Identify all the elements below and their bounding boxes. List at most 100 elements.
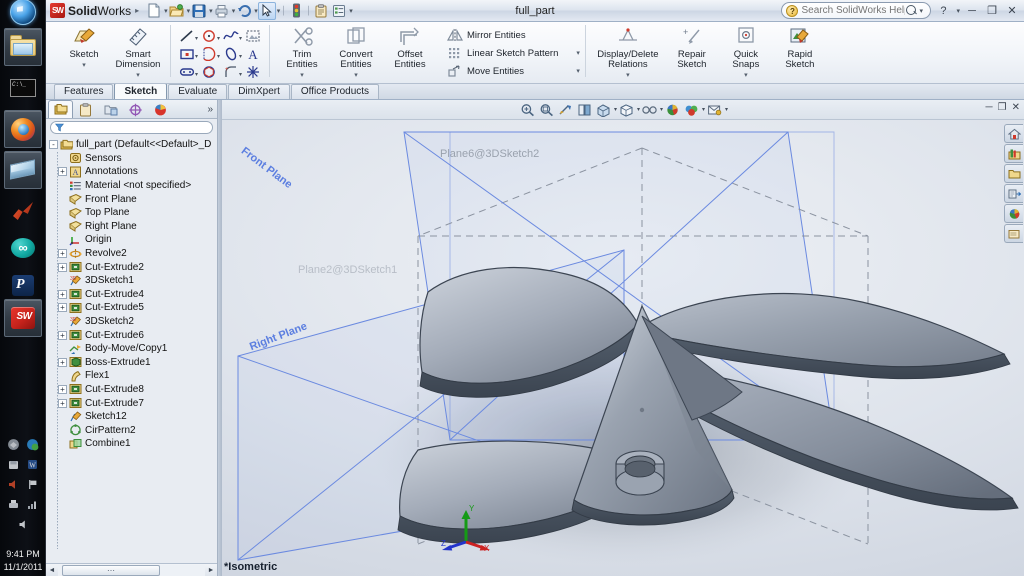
tree-node[interactable]: Top Plane	[49, 206, 217, 220]
feature-manager-tab[interactable]	[48, 100, 73, 118]
tree-node[interactable]: Front Plane	[49, 192, 217, 206]
dimxpert-manager-tab[interactable]	[123, 100, 148, 118]
section-view-button[interactable]	[576, 102, 593, 118]
search-dropdown[interactable]: ▾	[919, 7, 923, 15]
plane6-3dsketch2-label[interactable]: Plane6@3DSketch2	[440, 148, 539, 160]
plane2-3dsketch1-label[interactable]: Plane2@3DSketch1	[298, 264, 397, 276]
tab-features[interactable]: Features	[54, 84, 113, 99]
tree-node[interactable]: Origin	[49, 233, 217, 247]
expand-icon[interactable]: +	[58, 399, 67, 408]
display-style-dropdown[interactable]: ▾	[637, 106, 640, 113]
dock-item-firefox[interactable]	[4, 110, 42, 148]
hscroll-left-arrow[interactable]: ◄	[46, 565, 58, 576]
view-settings-button[interactable]	[706, 102, 723, 118]
move-entities-dropdown[interactable]: ▾	[558, 67, 580, 75]
line-button[interactable]: ▾	[176, 27, 198, 45]
quick-snaps-dropdown[interactable]: ▾	[744, 71, 748, 79]
display-delete-relations-button[interactable]: Display/DeleteRelations ▾	[591, 24, 665, 79]
search-icon[interactable]	[905, 4, 918, 17]
arc-button[interactable]: ▾	[198, 45, 220, 63]
tab-dimxpert[interactable]: DimXpert	[228, 84, 290, 99]
help-button[interactable]: ?	[935, 3, 951, 19]
tree-node[interactable]: +Cut-Extrude5	[49, 301, 217, 315]
options-dropdown[interactable]: ▾	[349, 7, 353, 15]
dock-item-stickynotes[interactable]	[4, 151, 42, 189]
hscroll-right-arrow[interactable]: ►	[205, 565, 217, 576]
save-document-button[interactable]	[190, 2, 208, 20]
close-button[interactable]: ✕	[1004, 3, 1020, 19]
dock-item-explorer[interactable]	[4, 28, 42, 66]
slot-button[interactable]: ▾	[176, 63, 198, 81]
hscroll-track[interactable]: ⋯	[58, 565, 205, 576]
convert-entities-dropdown[interactable]: ▾	[354, 71, 358, 79]
rectangle-button[interactable]: ▾	[176, 45, 198, 63]
convert-entities-button[interactable]: ConvertEntities ▾	[329, 24, 383, 79]
view-settings-dropdown[interactable]: ▾	[725, 106, 728, 113]
model-canvas[interactable]: Front Plane Right Plane Plane6@3DSketch2…	[222, 120, 1024, 576]
trim-entities-button[interactable]: TrimEntities ▾	[275, 24, 329, 79]
view-orientation-dropdown[interactable]: ▾	[614, 106, 617, 113]
feature-tree[interactable]: -full_part (Default<<Default>_DSensors+A…	[46, 135, 217, 563]
previous-view-button[interactable]	[557, 102, 574, 118]
tree-node[interactable]: +Boss-Extrude1	[49, 356, 217, 370]
smart-dimension-dropdown[interactable]: ▾	[136, 71, 140, 79]
ellipse-button[interactable]: ▾	[220, 45, 242, 63]
design-library-button[interactable]	[1004, 144, 1023, 163]
tab-evaluate[interactable]: Evaluate	[168, 84, 227, 99]
expand-icon[interactable]: +	[58, 303, 67, 312]
start-orb-button[interactable]	[5, 2, 41, 22]
display-style-button[interactable]	[618, 102, 635, 118]
linear-sketch-pattern-button[interactable]: Linear Sketch Pattern ▾	[447, 45, 580, 61]
text-button[interactable]: A	[242, 45, 264, 63]
sketch-fillet-button[interactable]: + ▾	[220, 63, 242, 81]
hscroll-thumb[interactable]: ⋯	[62, 565, 160, 576]
tree-node[interactable]: +Cut-Extrude4	[49, 288, 217, 302]
tree-node[interactable]: Material <not specified>	[49, 179, 217, 193]
flag-icon[interactable]	[26, 478, 39, 491]
hide-show-items-dropdown[interactable]: ▾	[660, 106, 663, 113]
sketch-button-dropdown[interactable]: ▾	[82, 61, 86, 69]
tree-node[interactable]: Combine1	[49, 437, 217, 451]
hide-show-items-button[interactable]	[641, 102, 658, 118]
dock-item-terminal[interactable]: C:\_	[4, 69, 42, 107]
minimize-document-button[interactable]: ─	[986, 102, 993, 113]
main-menu-expander[interactable]: ▸	[135, 6, 139, 15]
taskbar-clock[interactable]: 9:41 PM 11/1/2011	[0, 548, 46, 574]
open-document-button[interactable]	[168, 2, 186, 20]
solidworks-resources-button[interactable]	[1004, 124, 1023, 143]
mirror-entities-button[interactable]: Mirror Entities	[447, 27, 580, 43]
tree-node[interactable]: +Revolve2	[49, 247, 217, 261]
collapse-icon[interactable]: -	[49, 140, 58, 149]
graphics-area[interactable]: ▾ ▾ ▾ ▾	[222, 100, 1024, 576]
speaker-icon[interactable]	[17, 518, 30, 531]
zoom-fit-button[interactable]	[519, 102, 536, 118]
dock-item-arduino[interactable]	[4, 229, 42, 267]
expand-icon[interactable]: +	[58, 358, 67, 367]
view-palette-button[interactable]	[1004, 184, 1023, 203]
tab-office-products[interactable]: Office Products	[291, 84, 379, 99]
zoom-area-button[interactable]	[538, 102, 555, 118]
apply-scene-dropdown[interactable]: ▾	[702, 106, 705, 113]
smart-dimension-button[interactable]: SmartDimension ▾	[111, 24, 165, 79]
help-search-box[interactable]: ? ▾	[781, 2, 931, 19]
tree-node[interactable]: Right Plane	[49, 220, 217, 234]
edit-appearance-button[interactable]	[664, 102, 681, 118]
expand-icon[interactable]: +	[58, 249, 67, 258]
undo-button[interactable]	[235, 2, 253, 20]
view-orientation-button[interactable]	[595, 102, 612, 118]
manager-tabs-overflow[interactable]: »	[207, 104, 213, 115]
offset-entities-button[interactable]: OffsetEntities	[383, 24, 437, 70]
tree-node[interactable]: +Cut-Extrude6	[49, 328, 217, 342]
search-input[interactable]	[801, 5, 905, 16]
expand-icon[interactable]: +	[58, 167, 67, 176]
spline-button[interactable]: ▾	[220, 27, 242, 45]
close-document-button[interactable]: ✕	[1012, 102, 1020, 113]
expand-icon[interactable]: +	[58, 385, 67, 394]
apply-scene-button[interactable]	[683, 102, 700, 118]
feature-tree-hscrollbar[interactable]: ◄ ⋯ ►	[46, 563, 217, 576]
restore-button[interactable]: ❐	[984, 3, 1000, 19]
expand-icon[interactable]: +	[58, 331, 67, 340]
word-icon[interactable]: W	[26, 458, 39, 471]
file-explorer-button[interactable]	[1004, 164, 1023, 183]
dropbox-icon[interactable]	[7, 438, 20, 451]
